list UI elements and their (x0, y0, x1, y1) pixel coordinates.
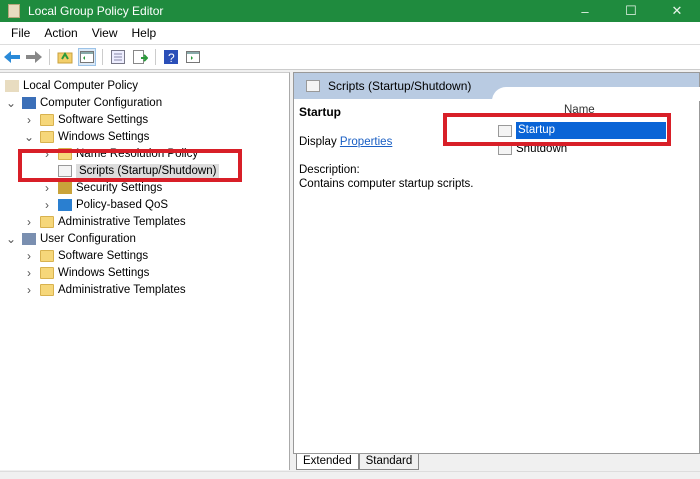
svg-text:?: ? (168, 51, 175, 64)
tree-item[interactable]: ⌄ User Configuration (6, 230, 136, 247)
tree-item[interactable]: ⌄ Computer Configuration (6, 94, 163, 111)
chevron-down-icon[interactable]: ⌄ (24, 130, 34, 144)
export-list-icon[interactable] (131, 48, 149, 66)
tree-item-label: Local Computer Policy (23, 79, 139, 92)
annotation-box-tree (18, 149, 242, 182)
minimize-button[interactable]: – (562, 0, 608, 22)
chevron-right-icon[interactable]: › (24, 266, 34, 280)
details-header: Scripts (Startup/Shutdown) (294, 73, 700, 101)
tree-item-label: Software Settings (58, 249, 149, 262)
policy-icon (5, 79, 19, 92)
display-label: Display (299, 136, 340, 148)
chevron-right-icon[interactable]: › (24, 215, 34, 229)
display-properties: Display Properties (299, 136, 392, 148)
tree-item-label: Software Settings (58, 113, 149, 126)
tree-item-label: Policy-based QoS (76, 198, 169, 211)
help-icon[interactable]: ? (162, 48, 180, 66)
tree-item[interactable]: › Policy-based QoS (45, 196, 169, 213)
forward-icon[interactable] (25, 48, 43, 66)
security-icon (58, 181, 72, 194)
folder-icon (40, 283, 54, 296)
description-label: Description: (299, 164, 360, 176)
section-title: Startup (299, 105, 341, 119)
properties-icon[interactable] (109, 48, 127, 66)
menu-action[interactable]: Action (37, 26, 84, 40)
properties-link[interactable]: Properties (340, 136, 392, 148)
chevron-right-icon[interactable]: › (24, 249, 34, 263)
menu-view[interactable]: View (85, 26, 125, 40)
qos-icon (58, 198, 72, 211)
console-tree: Local Computer Policy ⌄ Computer Configura… (0, 72, 290, 470)
chevron-down-icon[interactable]: ⌄ (6, 96, 16, 110)
annotation-box-list (443, 113, 671, 146)
tree-item[interactable]: › Administrative Templates (27, 213, 186, 230)
toolbar: ? (0, 45, 700, 70)
description-text: Contains computer startup scripts. (299, 178, 474, 190)
tree-item-label: Security Settings (76, 181, 163, 194)
folder-icon (40, 130, 54, 143)
folder-icon (40, 215, 54, 228)
chevron-right-icon[interactable]: › (42, 198, 52, 212)
tree-item[interactable]: › Software Settings (27, 247, 149, 264)
separator (155, 49, 156, 65)
tree-item-label: Windows Settings (58, 266, 150, 279)
menu-bar: File Action View Help (0, 22, 700, 45)
tree-item[interactable]: › Software Settings (27, 111, 149, 128)
tree-item-label: Windows Settings (58, 130, 150, 143)
tree-item-label: Computer Configuration (40, 96, 163, 109)
tree-item-label: User Configuration (40, 232, 136, 245)
view-tabs: Extended Standard (296, 454, 420, 470)
tree-item[interactable]: Local Computer Policy (5, 77, 138, 94)
folder-icon (40, 249, 54, 262)
details-title: Scripts (Startup/Shutdown) (328, 79, 472, 93)
close-button[interactable]: ✕ (654, 0, 700, 22)
back-icon[interactable] (3, 48, 21, 66)
tab-extended[interactable]: Extended (296, 454, 359, 470)
separator (102, 49, 103, 65)
computer-icon (22, 96, 36, 109)
chevron-right-icon[interactable]: › (24, 113, 34, 127)
status-bar (0, 471, 700, 479)
title-bar: Local Group Policy Editor – ☐ ✕ (0, 0, 700, 22)
folder-icon (40, 266, 54, 279)
tree-item-label: Administrative Templates (58, 215, 186, 228)
show-hide-tree-icon[interactable] (78, 48, 96, 66)
action-pane-icon[interactable] (184, 48, 202, 66)
chevron-right-icon[interactable]: › (24, 283, 34, 297)
tree-item[interactable]: › Windows Settings (27, 264, 150, 281)
chevron-right-icon[interactable]: › (42, 181, 52, 195)
up-folder-icon[interactable] (56, 48, 74, 66)
app-icon (8, 4, 20, 18)
folder-icon (40, 113, 54, 126)
menu-help[interactable]: Help (125, 26, 164, 40)
tree-item[interactable]: › Administrative Templates (27, 281, 186, 298)
tab-standard[interactable]: Standard (358, 454, 420, 470)
chevron-down-icon[interactable]: ⌄ (6, 232, 16, 246)
user-icon (22, 232, 36, 245)
window-title: Local Group Policy Editor (28, 4, 164, 18)
menu-file[interactable]: File (4, 26, 37, 40)
tree-item[interactable]: ⌄ Windows Settings (24, 128, 150, 145)
maximize-button[interactable]: ☐ (608, 0, 654, 22)
tree-item-label: Administrative Templates (58, 283, 186, 296)
script-icon (306, 80, 320, 92)
separator (49, 49, 50, 65)
